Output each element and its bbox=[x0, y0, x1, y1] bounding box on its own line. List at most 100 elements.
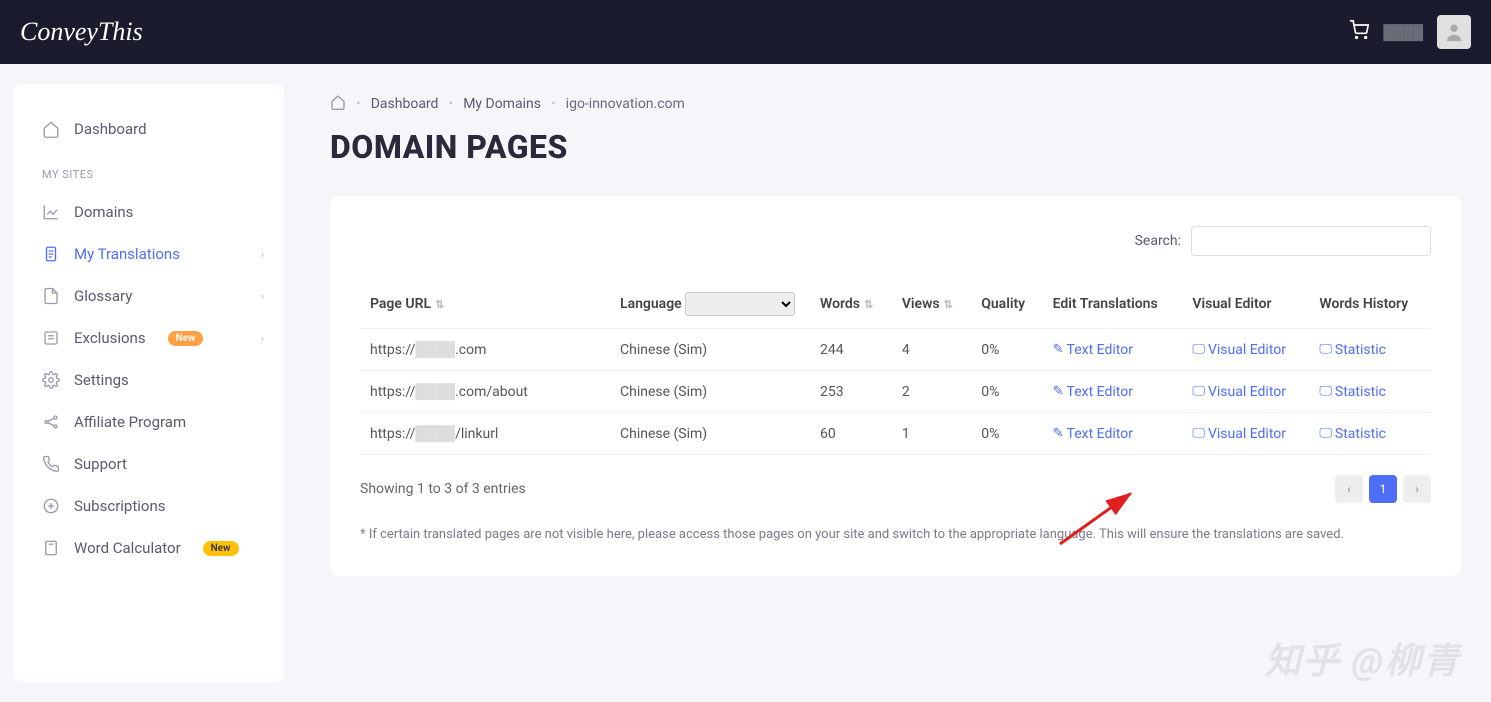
search-row: Search: bbox=[360, 226, 1431, 256]
pager-prev[interactable]: ‹ bbox=[1335, 475, 1363, 503]
sidebar-item-mytranslations[interactable]: My Translations › bbox=[14, 233, 284, 275]
pagination: ‹ 1 › bbox=[1335, 475, 1431, 503]
visual-editor-link[interactable]: 🖵Visual Editor bbox=[1192, 426, 1286, 442]
text-editor-link[interactable]: ✎Text Editor bbox=[1053, 342, 1133, 358]
edit-icon: ✎ bbox=[1053, 342, 1064, 357]
cell-words: 253 bbox=[810, 371, 892, 413]
cell-views: 4 bbox=[892, 329, 971, 371]
topbar-right: ████ bbox=[1349, 15, 1471, 49]
sidebar-item-label: Settings bbox=[74, 371, 129, 389]
clipboard-icon bbox=[42, 245, 60, 263]
document-icon bbox=[42, 287, 60, 305]
sidebar-item-label: Exclusions bbox=[74, 329, 146, 347]
sidebar-item-domains[interactable]: Domains bbox=[14, 191, 284, 233]
sidebar-item-label: Dashboard bbox=[74, 120, 147, 138]
share-icon bbox=[42, 413, 60, 431]
cell-views: 1 bbox=[892, 413, 971, 455]
chevron-right-icon: › bbox=[261, 290, 264, 303]
main-content: • Dashboard • My Domains • igo-innovatio… bbox=[284, 64, 1491, 702]
cell-lang: Chinese (Sim) bbox=[610, 371, 810, 413]
sidebar-item-dashboard[interactable]: Dashboard bbox=[14, 108, 284, 150]
page-title: DOMAIN PAGES bbox=[330, 128, 1461, 166]
pager-page-1[interactable]: 1 bbox=[1369, 475, 1397, 503]
statistic-link[interactable]: 🖵Statistic bbox=[1319, 342, 1386, 358]
col-views[interactable]: Views bbox=[902, 296, 940, 312]
sidebar-item-label: Domains bbox=[74, 203, 133, 221]
separator: • bbox=[448, 96, 453, 112]
chevron-right-icon: › bbox=[261, 332, 264, 345]
col-words[interactable]: Words bbox=[820, 296, 860, 312]
sidebar-section-label: MY SITES bbox=[14, 150, 284, 191]
home-icon[interactable] bbox=[330, 94, 346, 114]
pages-table: Page URL ⇅ Language Words ⇅ Views ⇅ Quality… bbox=[360, 280, 1431, 455]
monitor-icon: 🖵 bbox=[1192, 426, 1205, 441]
monitor-icon: 🖵 bbox=[1319, 426, 1332, 441]
text-editor-link[interactable]: ✎Text Editor bbox=[1053, 384, 1133, 400]
cell-lang: Chinese (Sim) bbox=[610, 329, 810, 371]
sidebar-item-support[interactable]: Support bbox=[14, 443, 284, 485]
cell-views: 2 bbox=[892, 371, 971, 413]
monitor-icon: 🖵 bbox=[1192, 384, 1205, 399]
breadcrumb-link-mydomains[interactable]: My Domains bbox=[463, 96, 541, 112]
cell-url: https://████.com bbox=[360, 329, 610, 371]
gear-icon bbox=[42, 371, 60, 389]
cell-quality: 0% bbox=[971, 413, 1042, 455]
text-editor-link[interactable]: ✎Text Editor bbox=[1053, 426, 1133, 442]
sidebar-item-subscriptions[interactable]: Subscriptions bbox=[14, 485, 284, 527]
layers-icon bbox=[42, 497, 60, 515]
sidebar-item-label: Glossary bbox=[74, 287, 132, 305]
col-page-url[interactable]: Page URL bbox=[370, 296, 431, 312]
breadcrumb-link-dashboard[interactable]: Dashboard bbox=[371, 96, 439, 112]
calculator-icon bbox=[42, 539, 60, 557]
search-input[interactable] bbox=[1191, 226, 1431, 256]
chart-icon bbox=[42, 203, 60, 221]
footnote: * If certain translated pages are not vi… bbox=[360, 525, 1431, 546]
table-row: https://████.com/aboutChinese (Sim)25320… bbox=[360, 371, 1431, 413]
statistic-link[interactable]: 🖵Statistic bbox=[1319, 384, 1386, 400]
user-name: ████ bbox=[1383, 24, 1423, 41]
sidebar-item-label: Affiliate Program bbox=[74, 413, 186, 431]
visual-editor-link[interactable]: 🖵Visual Editor bbox=[1192, 342, 1286, 358]
separator: • bbox=[356, 96, 361, 112]
sidebar-item-exclusions[interactable]: Exclusions New › bbox=[14, 317, 284, 359]
language-select[interactable] bbox=[685, 292, 795, 316]
avatar[interactable] bbox=[1437, 15, 1471, 49]
statistic-link[interactable]: 🖵Statistic bbox=[1319, 426, 1386, 442]
col-language: Language bbox=[620, 296, 682, 312]
sidebar-item-affiliate[interactable]: Affiliate Program bbox=[14, 401, 284, 443]
search-label: Search: bbox=[1135, 233, 1181, 249]
topbar: ConveyThis ████ bbox=[0, 0, 1491, 64]
monitor-icon: 🖵 bbox=[1319, 342, 1332, 357]
cell-url: https://████.com/about bbox=[360, 371, 610, 413]
sort-icon[interactable]: ⇅ bbox=[944, 298, 953, 311]
sidebar-item-glossary[interactable]: Glossary › bbox=[14, 275, 284, 317]
cell-url: https://████/linkurl bbox=[360, 413, 610, 455]
sidebar-item-label: Word Calculator bbox=[74, 539, 181, 557]
sidebar-item-label: Subscriptions bbox=[74, 497, 165, 515]
logo[interactable]: ConveyThis bbox=[20, 17, 143, 47]
phone-icon bbox=[42, 455, 60, 473]
col-visual-editor: Visual Editor bbox=[1192, 296, 1271, 312]
table-row: https://████.comChinese (Sim)24440% ✎Text… bbox=[360, 329, 1431, 371]
sidebar-item-wordcalc[interactable]: Word Calculator New bbox=[14, 527, 284, 569]
sidebar-item-settings[interactable]: Settings bbox=[14, 359, 284, 401]
sidebar-item-label: My Translations bbox=[74, 245, 180, 263]
showing-text: Showing 1 to 3 of 3 entries bbox=[360, 481, 526, 497]
cell-quality: 0% bbox=[971, 329, 1042, 371]
monitor-icon: 🖵 bbox=[1192, 342, 1205, 357]
sort-icon[interactable]: ⇅ bbox=[435, 298, 444, 311]
visual-editor-link[interactable]: 🖵Visual Editor bbox=[1192, 384, 1286, 400]
chevron-right-icon: › bbox=[261, 248, 264, 261]
cell-lang: Chinese (Sim) bbox=[610, 413, 810, 455]
sort-icon[interactable]: ⇅ bbox=[864, 298, 873, 311]
breadcrumb-current: igo-innovation.com bbox=[566, 96, 685, 112]
col-quality: Quality bbox=[981, 296, 1025, 312]
breadcrumb: • Dashboard • My Domains • igo-innovatio… bbox=[330, 94, 1461, 114]
cell-words: 60 bbox=[810, 413, 892, 455]
cart-icon[interactable] bbox=[1349, 20, 1369, 45]
cell-words: 244 bbox=[810, 329, 892, 371]
separator: • bbox=[551, 96, 556, 112]
pager-next[interactable]: › bbox=[1403, 475, 1431, 503]
new-badge: New bbox=[203, 541, 239, 556]
col-words-history: Words History bbox=[1319, 296, 1408, 312]
